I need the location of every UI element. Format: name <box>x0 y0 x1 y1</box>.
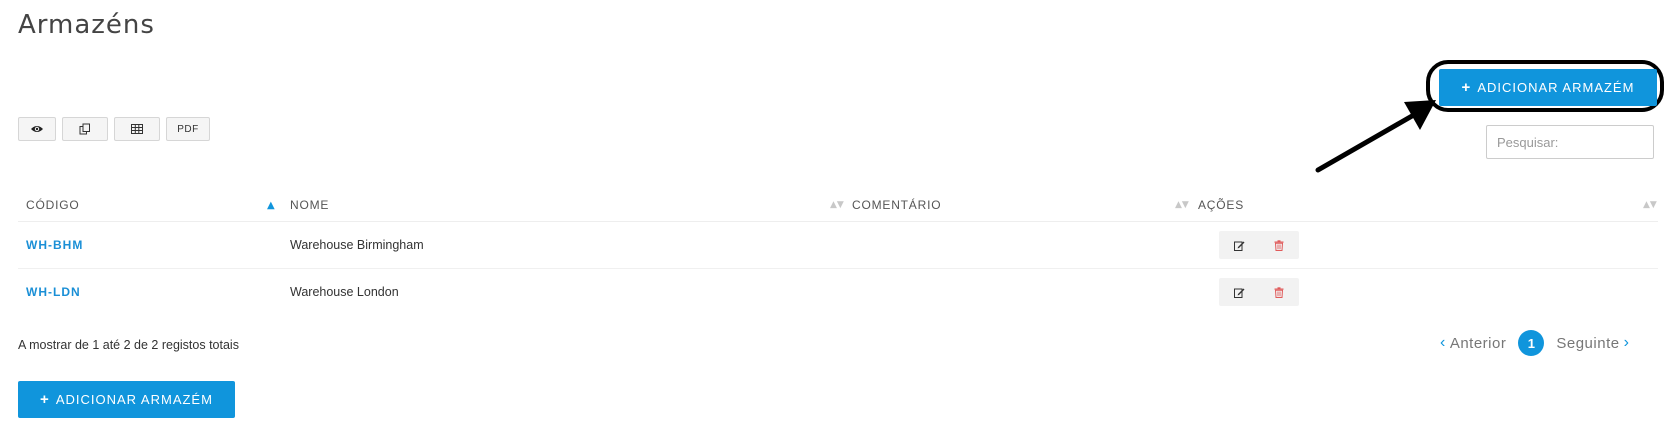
column-header-name[interactable]: NOME <box>290 189 329 221</box>
add-warehouse-button-label: ADICIONAR ARMAZÉM <box>55 392 213 407</box>
table-row: WH-LDN Warehouse London <box>18 269 1658 315</box>
column-header-comment[interactable]: COMENTÁRIO <box>852 189 941 221</box>
table-header: CÓDIGO ▲ NOME ▲▼ COMENTÁRIO ▲▼ AÇÕES ▲▼ <box>18 189 1658 222</box>
add-warehouse-button-label: ADICIONAR ARMAZÉM <box>1477 80 1635 95</box>
add-warehouse-button-top[interactable]: + ADICIONAR ARMAZÉM <box>1439 69 1657 106</box>
previous-page-label: Anterior <box>1449 334 1507 352</box>
next-page-label: Seguinte <box>1556 334 1620 352</box>
trash-icon <box>1274 239 1284 251</box>
column-header-code[interactable]: CÓDIGO <box>26 189 79 221</box>
edit-button[interactable] <box>1219 278 1259 306</box>
trash-icon <box>1274 286 1284 298</box>
sort-icon[interactable]: ▲▼ <box>1643 189 1657 221</box>
edit-icon <box>1233 241 1244 251</box>
pdf-export-label: PDF <box>177 123 199 135</box>
chevron-left-icon: ‹ <box>1440 334 1446 351</box>
pagination: ‹ Anterior 1 Seguinte › <box>1440 329 1629 357</box>
plus-icon: + <box>40 391 50 408</box>
plus-icon: + <box>1461 79 1472 96</box>
page-number-current[interactable]: 1 <box>1518 330 1545 356</box>
warehouse-code-link[interactable]: WH-LDN <box>26 285 81 299</box>
export-toolbar: PDF <box>18 117 210 141</box>
warehouse-name: Warehouse London <box>290 285 399 299</box>
delete-button[interactable] <box>1259 278 1299 306</box>
edit-icon <box>1233 288 1244 298</box>
eye-icon <box>31 126 43 132</box>
sort-asc-icon[interactable]: ▲ <box>267 189 275 221</box>
copy-button[interactable] <box>62 117 108 141</box>
search-input[interactable] <box>1486 125 1654 159</box>
row-actions <box>1219 231 1299 259</box>
warehouses-table: CÓDIGO ▲ NOME ▲▼ COMENTÁRIO ▲▼ AÇÕES ▲▼ … <box>18 189 1658 315</box>
sort-icon[interactable]: ▲▼ <box>830 189 844 221</box>
table-info-text: A mostrar de 1 até 2 de 2 registos totai… <box>18 338 239 352</box>
csv-table-icon <box>131 124 143 134</box>
edit-button[interactable] <box>1219 231 1259 259</box>
previous-page-button[interactable]: ‹ Anterior <box>1440 334 1506 352</box>
annotation-arrow <box>1315 100 1436 173</box>
warehouse-code-link[interactable]: WH-BHM <box>26 238 83 252</box>
warehouse-name: Warehouse Birmingham <box>290 238 424 252</box>
csv-export-button[interactable] <box>114 117 160 141</box>
copy-icon <box>79 123 90 135</box>
table-row: WH-BHM Warehouse Birmingham <box>18 222 1658 269</box>
chevron-right-icon: › <box>1623 334 1630 351</box>
column-visibility-button[interactable] <box>18 117 56 141</box>
pdf-export-button[interactable]: PDF <box>166 117 210 141</box>
add-warehouse-button-bottom[interactable]: + ADICIONAR ARMAZÉM <box>18 381 235 418</box>
page-title: Armazéns <box>18 10 155 40</box>
column-header-actions[interactable]: AÇÕES <box>1198 189 1244 221</box>
delete-button[interactable] <box>1259 231 1299 259</box>
sort-icon[interactable]: ▲▼ <box>1175 189 1189 221</box>
next-page-button[interactable]: Seguinte › <box>1556 334 1629 352</box>
row-actions <box>1219 278 1299 306</box>
